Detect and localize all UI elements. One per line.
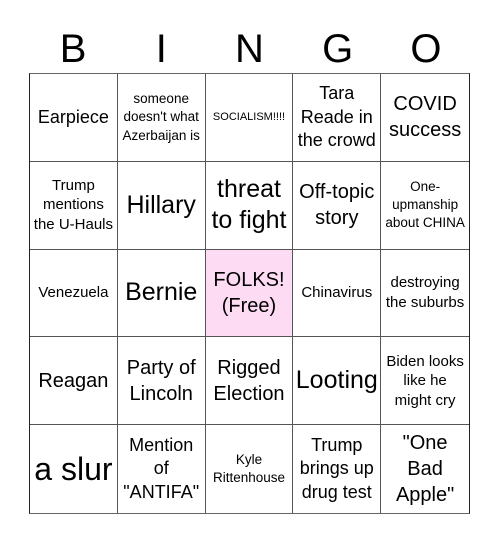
bingo-cell-text: Looting [295, 366, 378, 395]
bingo-cell[interactable]: One-upmanship about CHINA [381, 161, 469, 250]
free-space-cell[interactable]: FOLKS! (Free) [205, 249, 294, 338]
bingo-cell-text: Kyle Rittenhouse [212, 451, 286, 486]
bingo-cell[interactable]: a slur [30, 425, 118, 513]
bingo-cell-text: Bernie [125, 278, 198, 307]
bingo-cell-text: threat to fight [211, 174, 287, 235]
bingo-cell[interactable]: destroying the suburbs [381, 249, 469, 338]
bingo-cell[interactable]: Venezuela [30, 249, 118, 338]
header-letter-i: I [155, 27, 167, 71]
bingo-cell-text: COVID success [388, 93, 462, 142]
bingo-cell[interactable]: COVID success [381, 74, 469, 162]
bingo-cell-text: Tara Reade in the crowd [297, 83, 376, 151]
header-letter-b: B [59, 27, 87, 71]
bingo-cell[interactable]: threat to fight [205, 161, 294, 250]
bingo-cell[interactable]: someone doesn't what Azerbaijan is [117, 74, 206, 162]
bingo-card-grid: Earpiece someone doesn't what Azerbaijan… [29, 73, 470, 514]
bingo-cell[interactable]: Tara Reade in the crowd [293, 74, 382, 162]
bingo-cell[interactable]: Mention of "ANTIFA" [117, 425, 206, 513]
bingo-cell-text: Earpiece [37, 106, 109, 127]
bingo-header: B I N G O [29, 27, 470, 71]
bingo-cell[interactable]: Hillary [117, 161, 206, 250]
bingo-cell-text: destroying the suburbs [385, 274, 465, 311]
bingo-cell[interactable]: Reagan [30, 337, 118, 426]
bingo-cell-text: Chinavirus [301, 284, 373, 302]
bingo-cell[interactable]: Bernie [117, 249, 206, 338]
bingo-cell-text: Hillary [126, 190, 196, 219]
bingo-cell[interactable]: Looting [293, 337, 382, 426]
bingo-cell-text: Trump brings up drug test [299, 435, 374, 502]
header-letter-o: O [410, 27, 442, 71]
header-letter-g: G [322, 27, 354, 71]
bingo-cell-text: Biden looks like he might cry [386, 352, 464, 409]
free-space-text: FOLKS! (Free) [213, 268, 285, 317]
header-letter-n: N [235, 27, 264, 71]
bingo-cell-text: "One Bad Apple" [395, 432, 455, 507]
bingo-cell[interactable]: Trump mentions the U-Hauls [30, 161, 118, 250]
bingo-cell[interactable]: "One Bad Apple" [381, 425, 469, 513]
bingo-cell-text: Venezuela [38, 284, 109, 302]
bingo-cell[interactable]: Chinavirus [293, 249, 382, 338]
bingo-cell-text: Mention of "ANTIFA" [123, 435, 200, 502]
bingo-cell-text: a slur [34, 450, 113, 487]
bingo-cell[interactable]: Trump brings up drug test [293, 425, 382, 513]
bingo-cell-text: Reagan [38, 369, 109, 392]
bingo-cell-text: One-upmanship about CHINA [385, 178, 465, 231]
bingo-cell[interactable]: Rigged Election [205, 337, 294, 426]
bingo-cell[interactable]: Biden looks like he might cry [381, 337, 469, 426]
bingo-cell[interactable]: Kyle Rittenhouse [205, 425, 294, 513]
bingo-cell[interactable]: Earpiece [30, 74, 118, 162]
bingo-cell-text: Trump mentions the U-Hauls [33, 176, 113, 233]
bingo-cell[interactable]: Party of Lincoln [117, 337, 206, 426]
bingo-cell-text: someone doesn't what Azerbaijan is [122, 91, 200, 143]
bingo-cell-text: SOCIALISM!!!! [212, 111, 286, 124]
bingo-cell-text: Party of Lincoln [126, 356, 196, 405]
bingo-cell-text: Off-topic story [299, 181, 375, 230]
bingo-cell-text: Rigged Election [213, 356, 285, 405]
bingo-cell[interactable]: Off-topic story [293, 161, 382, 250]
bingo-cell[interactable]: SOCIALISM!!!! [205, 74, 294, 162]
